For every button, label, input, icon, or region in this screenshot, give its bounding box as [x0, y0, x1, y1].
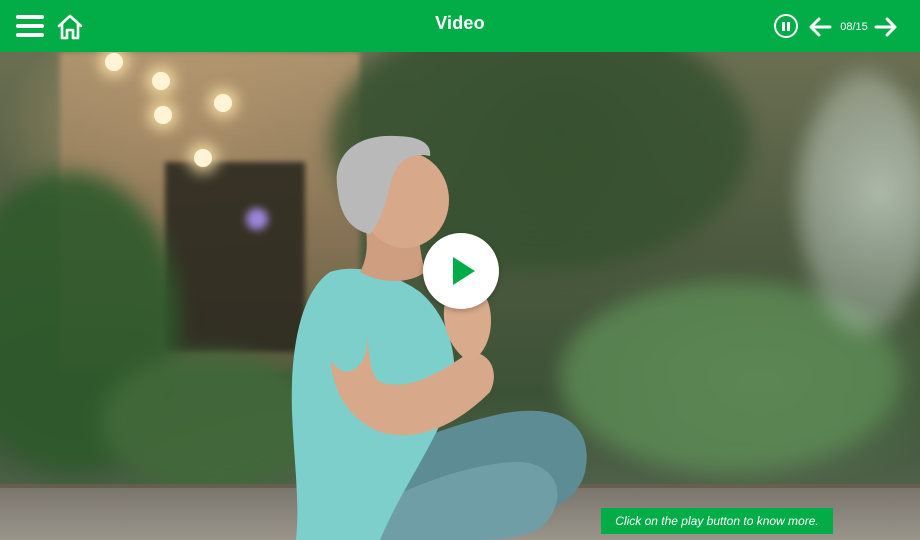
top-bar: Video 08/15	[0, 0, 920, 52]
play-icon	[453, 257, 475, 285]
pause-circle-icon[interactable]	[774, 14, 798, 38]
hint-banner: Click on the play button to know more.	[601, 508, 833, 534]
arrow-right-icon[interactable]	[874, 16, 898, 38]
arrow-left-icon[interactable]	[808, 16, 832, 38]
page-counter: 08/15	[840, 21, 868, 33]
video-player[interactable]	[0, 52, 920, 540]
play-button[interactable]	[423, 233, 499, 309]
